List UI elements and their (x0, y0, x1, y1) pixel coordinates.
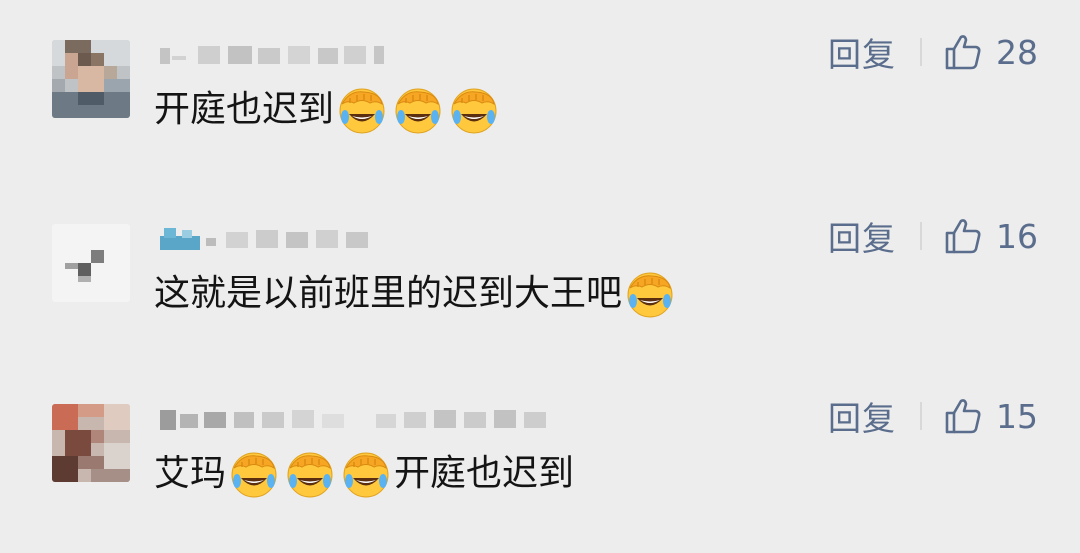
action-divider (920, 222, 922, 250)
comment-actions: 回复 15 (828, 392, 1038, 440)
action-divider (920, 402, 922, 430)
comment-list: 开庭也迟到 回复 28 这就是以前班里的迟到大王吧 回复 16 艾玛 开庭也迟到… (0, 0, 1080, 553)
comment-item: 开庭也迟到 回复 28 (0, 28, 1080, 178)
comment-text-before: 这就是以前班里的迟到大王吧 (154, 273, 623, 314)
thumbs-up-outline-icon (945, 399, 981, 434)
like-count: 16 (996, 216, 1038, 256)
nickname-blurred[interactable] (158, 40, 398, 70)
facepalm-laugh-emoji (228, 448, 280, 500)
like-count: 28 (996, 32, 1038, 72)
comment-actions: 回复 16 (828, 212, 1038, 260)
comment-item: 艾玛 开庭也迟到 回复 15 (0, 392, 1080, 542)
facepalm-laugh-emoji (392, 84, 444, 136)
comment-text: 这就是以前班里的迟到大王吧 (154, 268, 678, 320)
comment-text-after: 开庭也迟到 (394, 453, 575, 494)
comment-text-before: 开庭也迟到 (154, 89, 335, 130)
thumbs-up-outline-icon (945, 219, 981, 254)
avatar[interactable] (52, 404, 130, 482)
thumbs-up-outline-icon (945, 35, 981, 70)
facepalm-laugh-emoji (336, 84, 388, 136)
facepalm-laugh-emoji (284, 448, 336, 500)
facepalm-laugh-emoji (624, 268, 676, 320)
avatar[interactable] (52, 224, 130, 302)
reply-button[interactable]: 回复 (828, 392, 896, 440)
action-divider (920, 38, 922, 66)
nickname-blurred[interactable] (158, 404, 558, 434)
comment-text: 艾玛 开庭也迟到 (154, 448, 574, 500)
comment-item: 这就是以前班里的迟到大王吧 回复 16 (0, 212, 1080, 362)
avatar[interactable] (52, 40, 130, 118)
nickname-blurred[interactable] (158, 224, 398, 254)
like-button[interactable]: 28 (944, 33, 1038, 72)
reply-button[interactable]: 回复 (828, 28, 896, 76)
like-button[interactable]: 16 (944, 217, 1038, 256)
facepalm-laugh-emoji (448, 84, 500, 136)
comment-text-before: 艾玛 (154, 453, 227, 494)
comment-text: 开庭也迟到 (154, 84, 502, 136)
facepalm-laugh-emoji (340, 448, 392, 500)
comment-actions: 回复 28 (828, 28, 1038, 76)
like-count: 15 (996, 396, 1038, 436)
like-button[interactable]: 15 (944, 397, 1038, 436)
reply-button[interactable]: 回复 (828, 212, 896, 260)
